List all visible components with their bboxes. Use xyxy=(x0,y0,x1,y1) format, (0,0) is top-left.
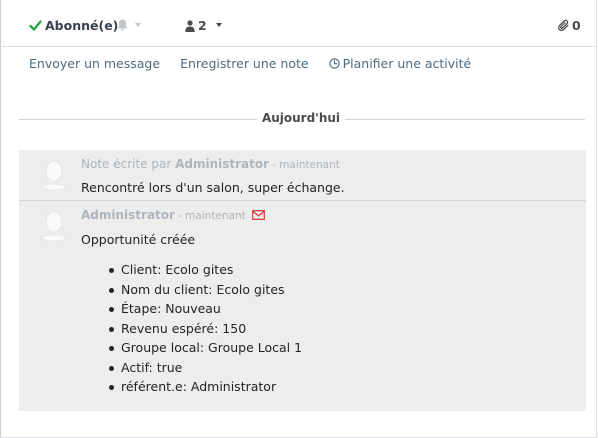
tracking-value-item: Revenu espéré: 150 xyxy=(109,319,302,339)
followers-count: 2 xyxy=(198,18,207,33)
message-date: - maintenant xyxy=(272,159,340,171)
tracking-value-item: Actif: true xyxy=(109,358,302,378)
tracking-value-item: Nom du client: Ecolo gites xyxy=(109,280,302,300)
schedule-activity-link[interactable]: Planifier une activité xyxy=(328,56,472,71)
right-border xyxy=(596,0,597,438)
message-body: Opportunité créée xyxy=(81,232,196,247)
tracking-value-item: Étape: Nouveau xyxy=(109,299,302,319)
followers-button[interactable]: 2 xyxy=(185,18,207,33)
envelope-icon[interactable] xyxy=(251,210,265,220)
message-author[interactable]: Administrator xyxy=(175,157,269,171)
schedule-activity-label: Planifier une activité xyxy=(342,56,472,71)
message-meta: Note écrite par Administrator - maintena… xyxy=(81,157,340,171)
message-tracking: Administrator - maintenant Opportunité c… xyxy=(19,201,586,411)
log-note-link[interactable]: Enregistrer une note xyxy=(180,56,309,71)
notification-dropdown-caret[interactable] xyxy=(135,23,141,27)
date-separator-label: Aujourd'hui xyxy=(261,111,341,125)
attachments-count: 0 xyxy=(572,18,581,33)
date-separator-line-left xyxy=(19,119,257,120)
tracking-values-list: Client: Ecolo gites Nom du client: Ecolo… xyxy=(109,260,302,397)
tracking-value-item: Client: Ecolo gites xyxy=(109,260,302,280)
bell-icon[interactable] xyxy=(117,19,128,31)
paperclip-icon xyxy=(558,19,569,32)
tracking-value-item: Groupe local: Groupe Local 1 xyxy=(109,338,302,358)
avatar-icon[interactable] xyxy=(41,211,67,241)
follow-label: Abonné(e) xyxy=(45,18,119,33)
followers-dropdown-caret[interactable] xyxy=(216,23,222,27)
left-border xyxy=(0,0,1,438)
note-prefix: Note écrite par xyxy=(81,157,172,171)
tracking-value-item: référent.e: Administrator xyxy=(109,377,302,397)
message-body: Rencontré lors d'un salon, super échange… xyxy=(81,180,345,195)
message-author[interactable]: Administrator xyxy=(81,208,175,222)
clock-icon xyxy=(328,58,340,69)
date-separator-line-right xyxy=(345,119,585,120)
user-icon xyxy=(185,19,195,32)
attachments-button[interactable]: 0 xyxy=(558,18,581,33)
message-note: Note écrite par Administrator - maintena… xyxy=(19,150,586,201)
message-meta: Administrator - maintenant xyxy=(81,208,265,222)
chatter-topbar: Abonné(e) 2 0 xyxy=(0,0,597,47)
follow-button[interactable]: Abonné(e) xyxy=(29,18,118,33)
check-icon xyxy=(29,20,42,31)
chatter-actions: Envoyer un message Enregistrer une note … xyxy=(29,56,471,71)
send-message-link[interactable]: Envoyer un message xyxy=(29,56,160,71)
message-date: - maintenant xyxy=(177,210,246,222)
avatar-icon[interactable] xyxy=(41,160,67,190)
